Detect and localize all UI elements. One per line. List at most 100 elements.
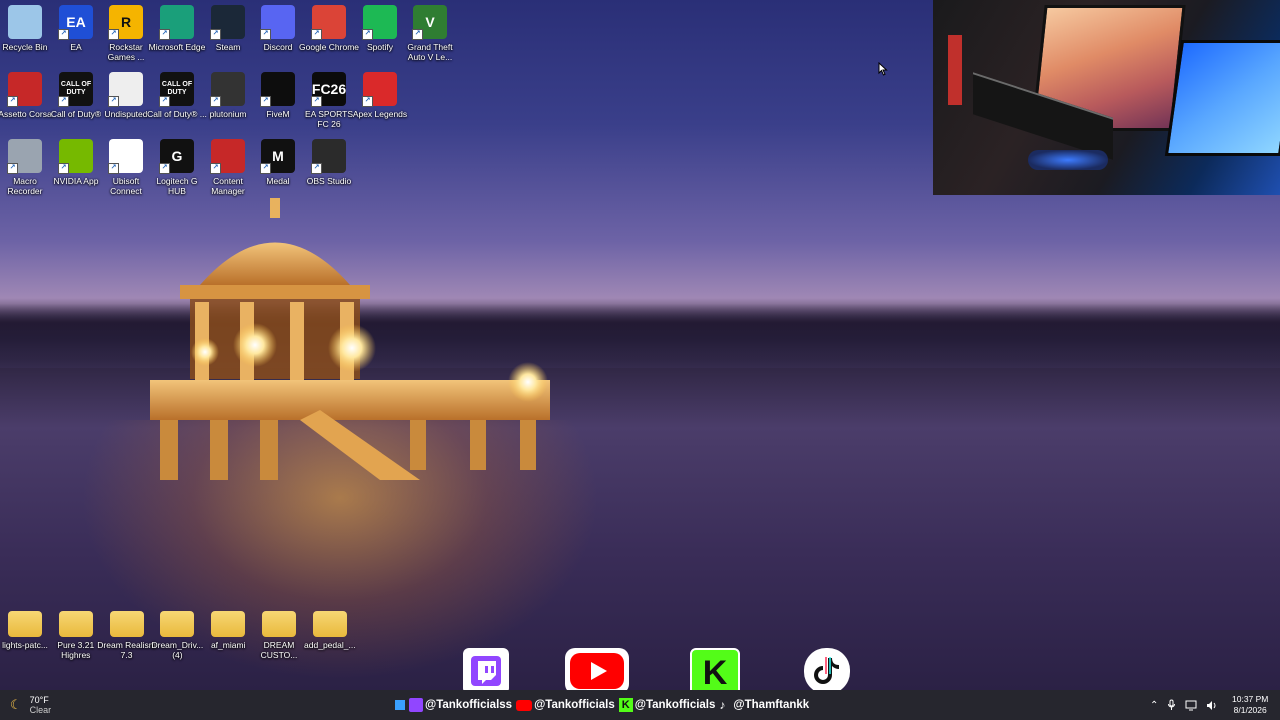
desktop-folder[interactable]: add_pedal_... xyxy=(300,605,360,650)
moon-icon: ☾ xyxy=(10,697,22,712)
weather-temp: 70°F xyxy=(29,695,49,705)
recycle-bin-icon xyxy=(8,5,42,39)
tiktok-icon: ♪ xyxy=(719,698,726,712)
network-icon[interactable] xyxy=(1185,700,1197,711)
icon-glyph-text: R xyxy=(120,14,132,30)
desktop-shortcut-label: OBS Studio xyxy=(306,176,352,186)
mouse-cursor-icon xyxy=(878,62,888,76)
shortcut-arrow-icon: ↗ xyxy=(159,96,170,107)
icon-glyph-text: M xyxy=(272,148,284,164)
shortcut-arrow-icon: ↗ xyxy=(7,163,18,174)
kick-icon: K xyxy=(618,698,633,712)
rockstar-icon: R ↗ xyxy=(108,5,143,40)
clock-date: 8/1/2026 xyxy=(1233,705,1267,715)
shortcut-arrow-icon: ↗ xyxy=(260,163,271,174)
desktop-folder-label: add_pedal_... xyxy=(304,640,356,650)
macro-recorder-icon: ↗ xyxy=(7,139,42,174)
icon-glyph-text: CALL OF DUTY xyxy=(161,81,193,96)
social-handles-strip: @Tankofficialss @Tankofficials K @Tankof… xyxy=(395,690,885,720)
shortcut-arrow-icon: ↗ xyxy=(311,163,322,174)
desktop-shortcut[interactable]: V ↗ Grand Theft Auto V Le... xyxy=(400,5,460,62)
shortcut-arrow-icon: ↗ xyxy=(210,96,221,107)
start-button[interactable] xyxy=(395,700,405,710)
shortcut-arrow-icon: ↗ xyxy=(311,29,322,40)
desktop-shortcut-label: Apex Legends xyxy=(352,109,408,119)
chevron-up-icon[interactable]: ⌃ xyxy=(1150,700,1158,711)
call-of-duty-icon: CALL OF DUTY ↗ xyxy=(159,72,194,107)
shortcut-arrow-icon: ↗ xyxy=(58,29,69,40)
clock-time: 10:37 PM xyxy=(1232,694,1269,704)
folder-icon xyxy=(58,611,93,637)
content-manager-icon: ↗ xyxy=(210,139,245,174)
folder-icon xyxy=(312,611,347,637)
desktop-wallpaper: Recycle Bin EA ↗ EA R ↗ Rockstar Games ... ↗ Mic… xyxy=(0,0,1280,690)
plutonium-icon: ↗ xyxy=(210,72,245,107)
shortcut-arrow-icon: ↗ xyxy=(159,29,170,40)
youtube-banner-icon xyxy=(565,648,629,690)
volume-icon[interactable] xyxy=(1206,700,1218,711)
shortcut-arrow-icon: ↗ xyxy=(159,163,170,174)
wallpaper-pavilion xyxy=(150,198,550,480)
edge-icon: ↗ xyxy=(159,5,194,40)
folder-icon xyxy=(160,611,195,637)
ea-icon: EA ↗ xyxy=(58,5,93,40)
logitech-icon: G ↗ xyxy=(159,139,194,174)
microphone-icon[interactable] xyxy=(1167,699,1176,711)
shortcut-arrow-icon: ↗ xyxy=(58,96,69,107)
discord-icon: ↗ xyxy=(260,5,295,40)
shortcut-arrow-icon: ↗ xyxy=(260,29,271,40)
call-of-duty-icon: CALL OF DUTY ↗ xyxy=(58,72,93,107)
taskbar: ☾ 70°F Clear @Tankofficialss @Tankoffici… xyxy=(0,690,1280,720)
shortcut-arrow-icon: ↗ xyxy=(362,29,373,40)
weather-desc: Clear xyxy=(29,705,52,715)
shortcut-arrow-icon: ↗ xyxy=(311,96,322,107)
assetto-corsa-icon: ↗ xyxy=(7,72,42,107)
shortcut-arrow-icon: ↗ xyxy=(7,96,18,107)
chrome-icon: ↗ xyxy=(311,5,346,40)
shortcut-arrow-icon: ↗ xyxy=(260,96,271,107)
steam-icon: ↗ xyxy=(210,5,245,40)
icon-glyph-text: V xyxy=(425,14,435,30)
fivem-icon: ↗ xyxy=(260,72,295,107)
handle-kick: @Tankofficials xyxy=(634,699,716,711)
desktop-shortcut-label: Grand Theft Auto V Le... xyxy=(407,42,453,62)
folder-icon xyxy=(211,611,246,637)
folder-icon xyxy=(262,611,296,637)
webcam-overlay xyxy=(933,0,1280,195)
obs-icon: ↗ xyxy=(311,139,346,174)
shortcut-arrow-icon: ↗ xyxy=(362,96,373,107)
undisputed-icon: ↗ xyxy=(108,72,143,107)
desktop-shortcut[interactable]: ↗ OBS Studio xyxy=(299,139,359,186)
ubisoft-icon: ↗ xyxy=(108,139,143,174)
twitch-icon xyxy=(409,698,423,712)
tiktok-banner-icon xyxy=(804,648,850,690)
icon-glyph-text: CALL OF DUTY xyxy=(60,81,92,96)
shortcut-arrow-icon: ↗ xyxy=(210,29,221,40)
weather-widget[interactable]: ☾ 70°F Clear xyxy=(10,690,51,720)
shortcut-arrow-icon: ↗ xyxy=(108,96,119,107)
shortcut-arrow-icon: ↗ xyxy=(108,163,119,174)
handle-youtube: @Tankofficials xyxy=(534,699,615,711)
folder-icon xyxy=(8,611,42,637)
shortcut-arrow-icon: ↗ xyxy=(108,29,119,40)
shortcut-arrow-icon: ↗ xyxy=(210,163,221,174)
handle-twitch: @Tankofficialss xyxy=(425,699,513,711)
medal-icon: M ↗ xyxy=(260,139,295,174)
icon-glyph-text: G xyxy=(171,148,183,164)
clock[interactable]: 10:37 PM 8/1/2026 xyxy=(1232,690,1268,720)
icon-glyph-text: EA xyxy=(66,14,86,30)
apex-legends-icon: ↗ xyxy=(362,72,397,107)
youtube-icon xyxy=(516,699,533,711)
gta-icon: V ↗ xyxy=(412,5,447,40)
twitch-banner-icon xyxy=(463,648,509,690)
nvidia-icon: ↗ xyxy=(58,139,93,174)
folder-icon xyxy=(109,611,144,637)
icon-glyph-text: FC26 xyxy=(311,81,347,97)
system-tray: ⌃ xyxy=(1150,690,1218,720)
spotify-icon: ↗ xyxy=(362,5,397,40)
desktop-shortcut[interactable]: ↗ Apex Legends xyxy=(350,72,410,119)
ea-fc-icon: FC26 ↗ xyxy=(311,72,347,107)
handle-tiktok: @Thamftankk xyxy=(733,699,810,711)
shortcut-arrow-icon: ↗ xyxy=(58,163,69,174)
kick-banner-icon: K xyxy=(690,648,740,690)
